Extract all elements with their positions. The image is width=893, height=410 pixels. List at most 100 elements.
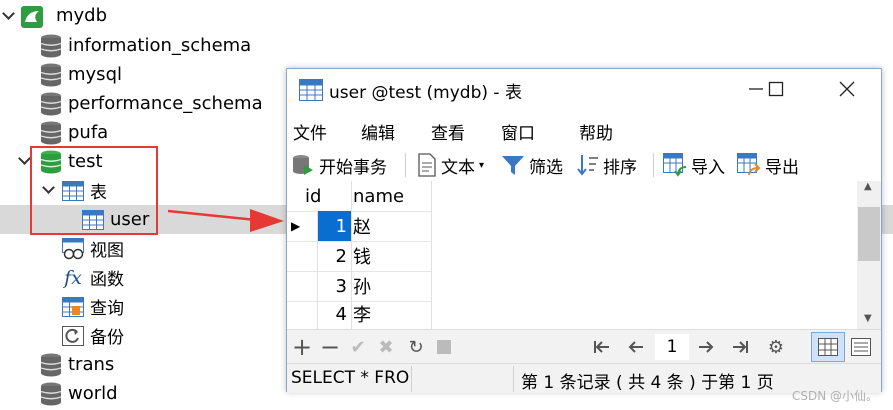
import-button[interactable]: 导入 bbox=[663, 151, 725, 179]
data-grid[interactable]: id name ▶ 1 赵 2 钱 3 孙 4 李 bbox=[287, 181, 881, 329]
cell-name[interactable]: 赵 bbox=[353, 211, 431, 241]
close-icon[interactable] bbox=[836, 78, 858, 100]
previous-page-icon[interactable] bbox=[625, 336, 647, 358]
refresh-icon[interactable]: ↻ bbox=[405, 336, 427, 358]
cell-name[interactable]: 钱 bbox=[353, 241, 431, 271]
tree-db-world[interactable]: world bbox=[40, 379, 118, 408]
next-page-icon[interactable] bbox=[695, 336, 717, 358]
status-separator bbox=[411, 366, 412, 392]
menu-file[interactable]: 文件 bbox=[293, 119, 327, 144]
first-page-icon[interactable] bbox=[591, 336, 613, 358]
db-label: performance_schema bbox=[68, 93, 263, 114]
filter-icon bbox=[502, 156, 524, 175]
export-icon bbox=[737, 153, 761, 176]
text-button[interactable]: 文本 ▾ bbox=[417, 151, 484, 179]
grid-view-icon[interactable] bbox=[811, 332, 845, 362]
document-icon bbox=[418, 153, 436, 177]
current-row-indicator-icon: ▶ bbox=[291, 219, 301, 233]
cell-id[interactable]: 1 bbox=[317, 211, 351, 241]
tree-db-trans[interactable]: trans bbox=[40, 350, 114, 379]
import-icon bbox=[663, 153, 687, 177]
status-separator bbox=[513, 366, 514, 392]
cell-id[interactable]: 2 bbox=[317, 241, 351, 271]
sort-icon bbox=[577, 155, 598, 176]
menu-bar: 文件 编辑 查看 窗口 帮助 bbox=[287, 117, 881, 145]
menu-window[interactable]: 窗口 bbox=[501, 119, 535, 144]
table-icon bbox=[299, 79, 323, 101]
last-page-icon[interactable] bbox=[729, 336, 751, 358]
toolbar-separator bbox=[405, 153, 406, 177]
tree-db-pufa[interactable]: pufa bbox=[40, 118, 108, 147]
db-label: trans bbox=[68, 354, 115, 375]
grid-line bbox=[317, 211, 318, 329]
column-header-id[interactable]: id bbox=[305, 181, 349, 211]
window-titlebar[interactable]: user @test (mydb) - 表 bbox=[287, 69, 881, 111]
database-icon bbox=[40, 121, 62, 145]
database-icon bbox=[40, 382, 62, 406]
sort-button[interactable]: 排序 bbox=[577, 151, 637, 179]
tree-db-performance-schema[interactable]: performance_schema bbox=[40, 89, 263, 118]
record-status: 第 1 条记录 ( 共 4 条 ) 于第 1 页 bbox=[521, 373, 774, 393]
database-icon bbox=[40, 63, 62, 87]
chevron-down-icon[interactable] bbox=[18, 152, 31, 165]
grid-line bbox=[431, 181, 432, 329]
menu-edit[interactable]: 编辑 bbox=[361, 119, 395, 144]
tree-backups-group[interactable]: 备份 bbox=[62, 321, 124, 350]
tree-views-group[interactable]: 视图 bbox=[62, 234, 124, 263]
scroll-down-arrow-icon[interactable]: ▼ bbox=[864, 313, 872, 324]
cell-id[interactable]: 3 bbox=[317, 271, 351, 301]
window-title: user @test (mydb) - 表 bbox=[329, 82, 522, 103]
toolbar-separator bbox=[653, 153, 654, 177]
dropdown-arrow-icon[interactable]: ▾ bbox=[479, 160, 484, 171]
page-number-input[interactable]: 1 bbox=[655, 334, 689, 360]
tree-queries-group[interactable]: 查询 bbox=[62, 292, 124, 321]
queries-label: 查询 bbox=[90, 299, 124, 319]
stop-icon[interactable] bbox=[433, 336, 455, 358]
view-icon bbox=[62, 237, 84, 260]
sql-preview[interactable]: SELECT * FRO bbox=[291, 368, 409, 388]
db-label: mysql bbox=[68, 64, 122, 85]
db-label: pufa bbox=[68, 122, 109, 143]
chevron-down-icon[interactable] bbox=[2, 7, 15, 20]
apply-changes-icon[interactable]: ✔ bbox=[347, 336, 369, 358]
scrollbar-thumb[interactable] bbox=[858, 207, 880, 261]
menu-view[interactable]: 查看 bbox=[431, 119, 465, 144]
backup-icon bbox=[62, 325, 84, 346]
menu-help[interactable]: 帮助 bbox=[579, 119, 613, 144]
database-icon bbox=[40, 353, 62, 377]
database-icon bbox=[40, 34, 62, 58]
annotation-arrow-icon bbox=[168, 209, 284, 232]
cell-id[interactable]: 4 bbox=[317, 299, 351, 329]
scroll-up-arrow-icon[interactable]: ▲ bbox=[864, 181, 872, 192]
grid-line bbox=[351, 181, 352, 329]
connection-label: mydb bbox=[56, 5, 108, 26]
views-label: 视图 bbox=[90, 241, 124, 261]
export-button[interactable]: 导出 bbox=[737, 151, 799, 179]
watermark: CSDN @小仙。 bbox=[792, 389, 879, 403]
begin-transaction-button[interactable]: 开始事务 bbox=[291, 151, 387, 179]
query-icon bbox=[62, 296, 84, 317]
minimize-icon[interactable] bbox=[745, 78, 767, 100]
tree-functions-group[interactable]: fx 函数 bbox=[62, 263, 124, 292]
table-window[interactable]: user @test (mydb) - 表 文件 编辑 查看 窗口 帮助 开始事… bbox=[286, 68, 882, 393]
filter-button[interactable]: 筛选 bbox=[501, 151, 563, 179]
column-header-name[interactable]: name bbox=[353, 181, 433, 211]
gear-icon[interactable]: ⚙ bbox=[765, 336, 787, 358]
form-view-icon[interactable] bbox=[849, 336, 873, 358]
mysql-connection-icon bbox=[20, 5, 44, 29]
record-navigation-bar: + − ✔ ✖ ↻ 1 ⚙ bbox=[287, 329, 881, 363]
discard-changes-icon[interactable]: ✖ bbox=[375, 336, 397, 358]
cell-name[interactable]: 孙 bbox=[353, 271, 431, 301]
tree-db-mysql[interactable]: mysql bbox=[40, 60, 122, 89]
function-icon: fx bbox=[64, 266, 82, 289]
toolbar: 开始事务 文本 ▾ 筛选 排序 导入 导出 bbox=[287, 149, 881, 181]
functions-label: 函数 bbox=[90, 270, 124, 290]
delete-record-icon[interactable]: − bbox=[319, 333, 341, 361]
transaction-icon bbox=[293, 155, 313, 175]
add-record-icon[interactable]: + bbox=[291, 333, 313, 361]
cell-name[interactable]: 李 bbox=[353, 299, 431, 329]
maximize-icon[interactable] bbox=[765, 78, 787, 100]
tree-db-information-schema[interactable]: information_schema bbox=[40, 31, 251, 60]
db-label: information_schema bbox=[68, 35, 252, 56]
database-icon bbox=[40, 92, 62, 116]
